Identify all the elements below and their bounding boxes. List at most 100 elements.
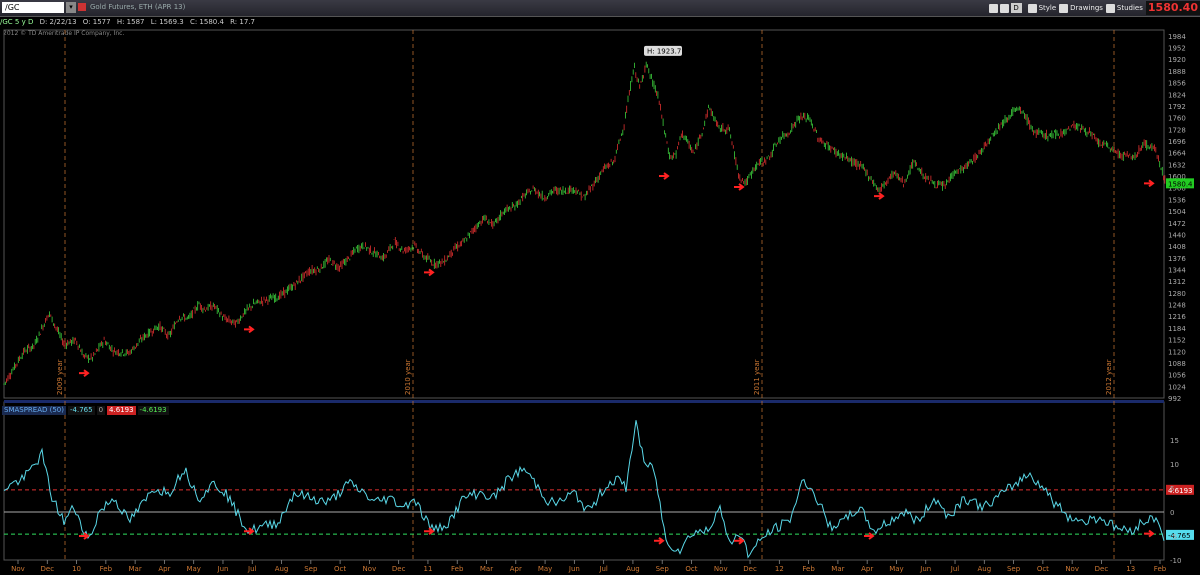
spread-tick-label: 15 bbox=[1170, 437, 1179, 445]
spread-signal-arrow bbox=[1144, 529, 1155, 538]
signal-arrow bbox=[874, 192, 885, 200]
price-tick-label: 1088 bbox=[1168, 360, 1186, 368]
signal-arrow bbox=[79, 369, 90, 377]
price-panel-frame bbox=[3, 29, 1165, 399]
indicator-zero: 0 bbox=[96, 406, 106, 415]
price-tick-label: 1856 bbox=[1168, 80, 1186, 88]
spread-tick-label: 5 bbox=[1170, 485, 1174, 493]
price-tick-label: 1216 bbox=[1168, 313, 1186, 321]
price-tick-label: 1472 bbox=[1168, 220, 1186, 228]
signal-arrow bbox=[734, 183, 745, 191]
price-tick-label: 1376 bbox=[1168, 255, 1186, 263]
spread-signal-arrow bbox=[654, 537, 665, 545]
x-tick-label: Jul bbox=[247, 565, 257, 573]
price-tick-label: 1824 bbox=[1168, 91, 1186, 99]
x-tick-label: Oct bbox=[685, 565, 697, 573]
price-tick-label: 1504 bbox=[1168, 208, 1186, 216]
x-tick-label: Dec bbox=[1095, 565, 1109, 573]
x-tick-label: Jun bbox=[568, 565, 580, 573]
spread-tick-label: -5 bbox=[1170, 533, 1177, 541]
indicator-upper: 4.6193 bbox=[107, 406, 136, 415]
year-marker-label: 2011 year bbox=[753, 359, 761, 395]
x-tick-label: Sep bbox=[304, 565, 318, 573]
price-chart[interactable]: 2009 year 2010 year 2011 year 2012 year 198… bbox=[0, 0, 1200, 575]
x-tick-label: Nov bbox=[714, 565, 728, 573]
price-tick-label: 1024 bbox=[1168, 383, 1186, 391]
x-tick-label: Dec bbox=[743, 565, 757, 573]
price-tick-label: 1536 bbox=[1168, 196, 1186, 204]
x-tick-label: Jun bbox=[217, 565, 229, 573]
x-tick-label: Apr bbox=[861, 565, 873, 573]
x-tick-label: Dec bbox=[41, 565, 55, 573]
last-price-tag-label: 1580.4 bbox=[1168, 180, 1193, 188]
year-marker-label: 2010 year bbox=[404, 359, 412, 395]
spread-tick-label: 10 bbox=[1170, 461, 1179, 469]
price-tick-label: 1920 bbox=[1168, 56, 1186, 64]
price-tick-label: 1440 bbox=[1168, 231, 1186, 239]
indicator-label-row: SMASPREAD (50) -4.765 0 4.6193 -4.6193 bbox=[2, 406, 171, 415]
price-tick-label: 1312 bbox=[1168, 278, 1186, 286]
price-tick-label: 1952 bbox=[1168, 45, 1186, 53]
signal-arrow bbox=[659, 172, 670, 180]
x-tick-label: Oct bbox=[1037, 565, 1049, 573]
x-tick-label: Oct bbox=[334, 565, 346, 573]
indicator-value: -4.765 bbox=[68, 406, 95, 415]
x-tick-label: 12 bbox=[775, 565, 784, 573]
price-tick-label: 1248 bbox=[1168, 302, 1186, 310]
price-tick-label: 1760 bbox=[1168, 115, 1186, 123]
price-tick-label: 1408 bbox=[1168, 243, 1186, 251]
x-tick-label: Mar bbox=[831, 565, 844, 573]
spread-tick-label: -10 bbox=[1170, 557, 1181, 565]
signal-arrow bbox=[1144, 179, 1155, 188]
x-tick-label: Jun bbox=[919, 565, 931, 573]
x-tick-label: Jul bbox=[950, 565, 960, 573]
signal-arrow bbox=[244, 325, 255, 334]
price-tick-label: 1792 bbox=[1168, 103, 1186, 111]
price-tick-label: 1152 bbox=[1168, 337, 1186, 345]
price-tick-label: 1344 bbox=[1168, 266, 1186, 274]
indicator-lower: -4.6193 bbox=[137, 406, 169, 415]
x-tick-label: Apr bbox=[510, 565, 522, 573]
x-tick-label: May bbox=[889, 565, 903, 573]
high-label: H: 1923.7 bbox=[647, 47, 681, 55]
x-tick-label: Feb bbox=[451, 565, 464, 573]
year-marker-label: 2009 year bbox=[56, 359, 64, 395]
price-tick-label: 1696 bbox=[1168, 138, 1186, 146]
spread-panel-frame bbox=[3, 401, 1165, 561]
x-tick-label: Nov bbox=[11, 565, 25, 573]
x-tick-label: May bbox=[186, 565, 200, 573]
year-marker-label: 2012 year bbox=[1105, 359, 1113, 395]
indicator-name[interactable]: SMASPREAD (50) bbox=[2, 406, 66, 415]
x-tick-label: Feb bbox=[1154, 565, 1167, 573]
x-tick-label: 11 bbox=[423, 565, 432, 573]
price-tick-label: 1280 bbox=[1168, 290, 1186, 298]
x-tick-label: Dec bbox=[392, 565, 406, 573]
price-tick-label: 1664 bbox=[1168, 150, 1186, 158]
price-tick-label: 1632 bbox=[1168, 161, 1186, 169]
x-tick-label: Feb bbox=[802, 565, 815, 573]
spread-signal-arrow bbox=[424, 527, 435, 535]
price-tick-label: 1056 bbox=[1168, 372, 1186, 380]
x-tick-label: Mar bbox=[129, 565, 142, 573]
x-tick-label: Aug bbox=[626, 565, 640, 573]
price-tick-label: 1184 bbox=[1168, 325, 1186, 333]
x-tick-label: Apr bbox=[158, 565, 170, 573]
price-tick-label: 1120 bbox=[1168, 348, 1186, 356]
price-tick-label: 1728 bbox=[1168, 126, 1186, 134]
panel-divider bbox=[4, 400, 1164, 403]
x-tick-label: 10 bbox=[72, 565, 81, 573]
x-tick-label: Mar bbox=[480, 565, 493, 573]
signal-arrow bbox=[424, 268, 435, 277]
spread-line bbox=[3, 420, 1165, 559]
price-tick-label: 1888 bbox=[1168, 68, 1186, 76]
x-tick-label: 13 bbox=[1126, 565, 1135, 573]
x-tick-label: Aug bbox=[977, 565, 991, 573]
price-tick-label: 992 bbox=[1168, 395, 1181, 403]
x-tick-label: Nov bbox=[1065, 565, 1079, 573]
x-tick-label: Aug bbox=[275, 565, 289, 573]
x-tick-label: Nov bbox=[363, 565, 377, 573]
x-tick-label: Sep bbox=[656, 565, 670, 573]
x-tick-label: Feb bbox=[100, 565, 113, 573]
x-tick-label: Jul bbox=[598, 565, 608, 573]
x-tick-label: Sep bbox=[1007, 565, 1021, 573]
